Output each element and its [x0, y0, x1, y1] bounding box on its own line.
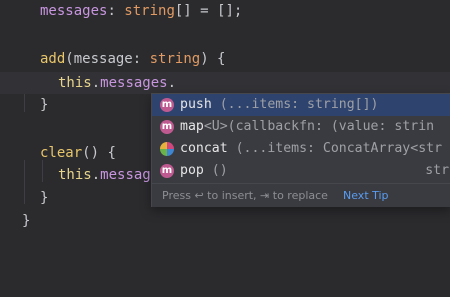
next-tip-link[interactable]: Next Tip: [343, 184, 389, 207]
code-line-6[interactable]: this.messag: [58, 164, 151, 186]
completion-popup[interactable]: m push (...items: string[]) m map<U>(cal…: [151, 93, 450, 207]
completion-item-name: pop: [180, 163, 204, 178]
completion-item-text: concat (...items: ConcatArray<str: [180, 138, 442, 160]
code-line-1[interactable]: messages: string[] = [];: [40, 0, 242, 22]
keyword-this: this: [58, 167, 92, 183]
indent-guide: [24, 160, 25, 204]
method-icon: [160, 142, 174, 156]
completion-item-text: map<U>(callbackfn: (value: strin: [180, 116, 434, 138]
closing-brace: }: [40, 190, 49, 206]
completion-item-name: push: [180, 97, 212, 112]
method-icon: m: [160, 98, 174, 112]
completion-item-map[interactable]: m map<U>(callbackfn: (value: strin: [152, 116, 450, 138]
completion-item-signature: (...items: string[]): [211, 97, 379, 112]
punctuation: :: [107, 3, 125, 19]
method-icon: m: [160, 120, 174, 134]
completion-item-pop[interactable]: m pop () stri: [152, 160, 450, 182]
code-line-3[interactable]: this.messages.: [58, 72, 176, 94]
type-name: string: [124, 3, 175, 19]
method-name: clear: [40, 145, 83, 161]
punctuation: [] = [];: [174, 3, 243, 19]
punctuation: :: [132, 51, 150, 67]
completion-item-signature: <U>(callbackfn: (value: strin: [203, 119, 435, 134]
code-line-7[interactable]: }: [40, 187, 48, 209]
punctuation: (: [65, 51, 74, 67]
punctuation: ) {: [200, 51, 226, 67]
parameter-name: message: [73, 51, 133, 67]
punctuation: .: [91, 75, 101, 91]
closing-brace: }: [40, 97, 49, 113]
punctuation: .: [91, 167, 101, 183]
completion-item-signature: (...items: ConcatArray<str: [227, 141, 443, 156]
punctuation: () {: [82, 145, 116, 161]
method-icon: m: [160, 164, 174, 178]
punctuation: .: [167, 75, 177, 91]
code-line-8[interactable]: }: [22, 210, 30, 232]
indent-guide: [24, 94, 25, 112]
completion-hint-bar: Press ↩ to insert, ⇥ to replace Next Tip: [152, 183, 450, 207]
property-name: messag: [100, 167, 151, 183]
completion-item-text: pop (): [180, 160, 228, 182]
code-line-4[interactable]: }: [40, 94, 48, 116]
completion-item-name: concat: [180, 141, 228, 156]
completion-item-push[interactable]: m push (...items: string[]): [152, 94, 450, 116]
type-name: string: [149, 51, 201, 67]
completion-item-text: push (...items: string[]): [180, 94, 379, 116]
property-name: messages: [40, 3, 108, 19]
completion-item-concat[interactable]: concat (...items: ConcatArray<str: [152, 138, 450, 160]
completion-hint-text: Press ↩ to insert, ⇥ to replace: [162, 189, 328, 202]
closing-brace: }: [22, 213, 31, 229]
completion-item-name: map: [180, 119, 204, 134]
code-line-5[interactable]: clear() {: [40, 142, 116, 164]
completion-item-type: stri: [425, 163, 450, 178]
property-name: messages: [100, 75, 168, 91]
method-name: add: [40, 51, 66, 67]
keyword-this: this: [58, 75, 92, 91]
completion-item-signature: (): [203, 163, 228, 178]
code-line-2[interactable]: add(message: string) {: [40, 48, 225, 70]
